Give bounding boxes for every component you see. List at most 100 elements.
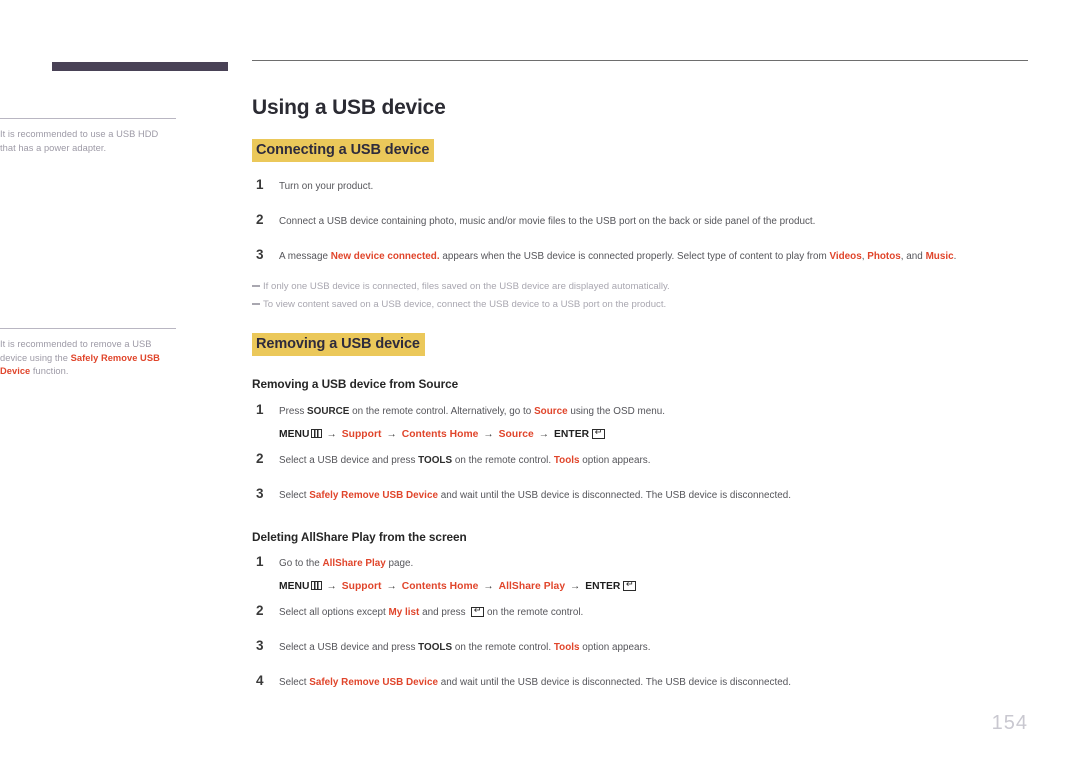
- menu-label: MENU: [279, 581, 310, 592]
- menu-grid-icon: [310, 581, 322, 590]
- step-number: 3: [256, 486, 264, 501]
- instruction-step: 2 Select all options except My list and p…: [252, 603, 1028, 620]
- menu-path-item: AllShare Play: [498, 581, 566, 592]
- step-text: on the remote control.: [484, 607, 584, 618]
- sidebar-note-text: It is recommended to use a USB HDD that …: [0, 129, 159, 153]
- step-text: Select: [279, 490, 310, 501]
- step-text: appears when the USB device is connected…: [439, 251, 830, 262]
- step-text: on the remote control.: [452, 642, 554, 653]
- step-text: Connect a USB device containing photo, m…: [279, 216, 816, 227]
- arrow-icon: →: [535, 429, 553, 440]
- accent-term: Source: [534, 406, 568, 417]
- accent-term: Tools: [553, 455, 580, 466]
- menu-path-item: Support: [341, 581, 382, 592]
- accent-term: Music: [925, 251, 954, 262]
- allshare-step-1-wrap: 1 Go to the AllShare Play page.: [252, 554, 1028, 571]
- step-text: A message: [279, 251, 331, 262]
- step-text: on the remote control. Alternatively, go…: [349, 406, 535, 417]
- step-text: Go to the: [279, 558, 323, 569]
- osd-menu-path: MENU → Support → Contents Home → AllShar…: [252, 580, 1028, 594]
- step-number: 2: [256, 603, 264, 618]
- accent-term: Safely Remove USB Device: [309, 677, 438, 688]
- step-text: and press: [419, 607, 469, 618]
- instruction-step: 3 Select a USB device and press TOOLS on …: [252, 638, 1028, 655]
- source-menu-path: MENU → Support → Contents Home → Source …: [252, 428, 1028, 442]
- instruction-step: 3 A message New device connected. appears…: [252, 247, 1028, 264]
- main-content: Using a USB device Connecting a USB devi…: [252, 60, 1028, 690]
- step-number: 2: [256, 451, 264, 466]
- step-text: Select all options except: [279, 607, 389, 618]
- step-text: Select: [279, 677, 310, 688]
- connecting-steps-list: 1 Turn on your product. 2 Connect a USB dev…: [252, 177, 1028, 264]
- step-text: option appears.: [579, 642, 651, 653]
- step-text: using the OSD menu.: [567, 406, 665, 417]
- key-term: TOOLS: [418, 642, 453, 653]
- step-number: 1: [256, 177, 264, 192]
- key-term: TOOLS: [418, 455, 453, 466]
- sidebar-note-text-post: function.: [30, 366, 69, 377]
- menu-grid-icon: [310, 429, 322, 438]
- menu-path-item: Contents Home: [401, 581, 479, 592]
- page-title: Using a USB device: [252, 96, 446, 119]
- step-text: , and: [900, 251, 926, 262]
- step-text: Select a USB device and press: [279, 642, 419, 653]
- info-note-text: If only one USB device is connected, fil…: [263, 281, 670, 292]
- step-text: .: [953, 251, 957, 262]
- step-text: and wait until the USB device is disconn…: [437, 677, 791, 688]
- menu-path-item: Support: [341, 429, 382, 440]
- section-heading-connecting: Connecting a USB device: [252, 139, 435, 162]
- info-note-text: To view content saved on a USB device, c…: [263, 299, 667, 310]
- subheading-deleting-allshare: Deleting AllShare Play from the screen: [252, 530, 467, 544]
- enter-label: ENTER: [585, 581, 621, 592]
- info-note: If only one USB device is connected, fil…: [252, 280, 1028, 294]
- step-number: 1: [256, 554, 264, 569]
- step-text: option appears.: [579, 455, 651, 466]
- instruction-step: 3 Select Safely Remove USB Device and wai…: [252, 486, 1028, 503]
- accent-term: Tools: [553, 642, 580, 653]
- instruction-step: 2 Connect a USB device containing photo, …: [252, 212, 1028, 229]
- header-rule: [252, 60, 1028, 61]
- menu-path-item: Source: [498, 429, 534, 440]
- step-number: 2: [256, 212, 264, 227]
- manual-page: It is recommended to use a USB HDD that …: [0, 0, 1080, 763]
- step-number: 3: [256, 247, 264, 262]
- step-number: 1: [256, 402, 264, 417]
- step-number: 3: [256, 638, 264, 653]
- source-step-1-wrap: 1 Press SOURCE on the remote control. Alt…: [252, 402, 1028, 419]
- instruction-step: 1 Press SOURCE on the remote control. Alt…: [252, 402, 1028, 419]
- arrow-icon: →: [323, 581, 340, 592]
- step-text: Press: [279, 406, 308, 417]
- instruction-step: 2 Select a USB device and press TOOLS on …: [252, 451, 1028, 468]
- accent-term: Videos: [829, 251, 862, 262]
- instruction-step: 1 Go to the AllShare Play page.: [252, 554, 1028, 571]
- connecting-notes-list: If only one USB device is connected, fil…: [252, 280, 1028, 312]
- step-number: 4: [256, 673, 264, 688]
- arrow-icon: →: [383, 581, 400, 592]
- arrow-icon: →: [567, 581, 584, 592]
- arrow-icon: →: [480, 581, 497, 592]
- accent-term: Safely Remove USB Device: [309, 490, 438, 501]
- source-steps-list: 2 Select a USB device and press TOOLS on …: [252, 451, 1028, 503]
- accent-term: AllShare Play: [322, 558, 386, 569]
- step-text: and wait until the USB device is disconn…: [437, 490, 791, 501]
- enter-return-icon: [623, 580, 637, 591]
- arrow-icon: →: [480, 429, 497, 440]
- step-text: on the remote control.: [452, 455, 554, 466]
- section-heading-removing: Removing a USB device: [252, 333, 425, 356]
- subheading-removing-from-source: Removing a USB device from Source: [252, 377, 459, 391]
- key-term: SOURCE: [307, 406, 350, 417]
- section-connecting: Connecting a USB device: [252, 139, 1028, 162]
- instruction-step: 4 Select Safely Remove USB Device and wai…: [252, 673, 1028, 690]
- sidebar-note-usb-hdd: It is recommended to use a USB HDD that …: [0, 118, 176, 155]
- step-text: Turn on your product.: [279, 181, 374, 192]
- arrow-icon: →: [383, 429, 400, 440]
- enter-return-icon: [592, 428, 606, 439]
- section-removing: Removing a USB device: [252, 333, 1028, 356]
- sidebar-note-safely-remove: It is recommended to remove a USB device…: [0, 328, 176, 379]
- enter-label: ENTER: [554, 429, 590, 440]
- allshare-menu-path: MENU → Support → Contents Home → AllShar…: [252, 580, 1028, 594]
- info-note: To view content saved on a USB device, c…: [252, 298, 1028, 312]
- accent-term: New device connected.: [330, 251, 440, 262]
- page-number: 154: [991, 712, 1028, 734]
- osd-menu-path: MENU → Support → Contents Home → Source …: [252, 428, 1028, 442]
